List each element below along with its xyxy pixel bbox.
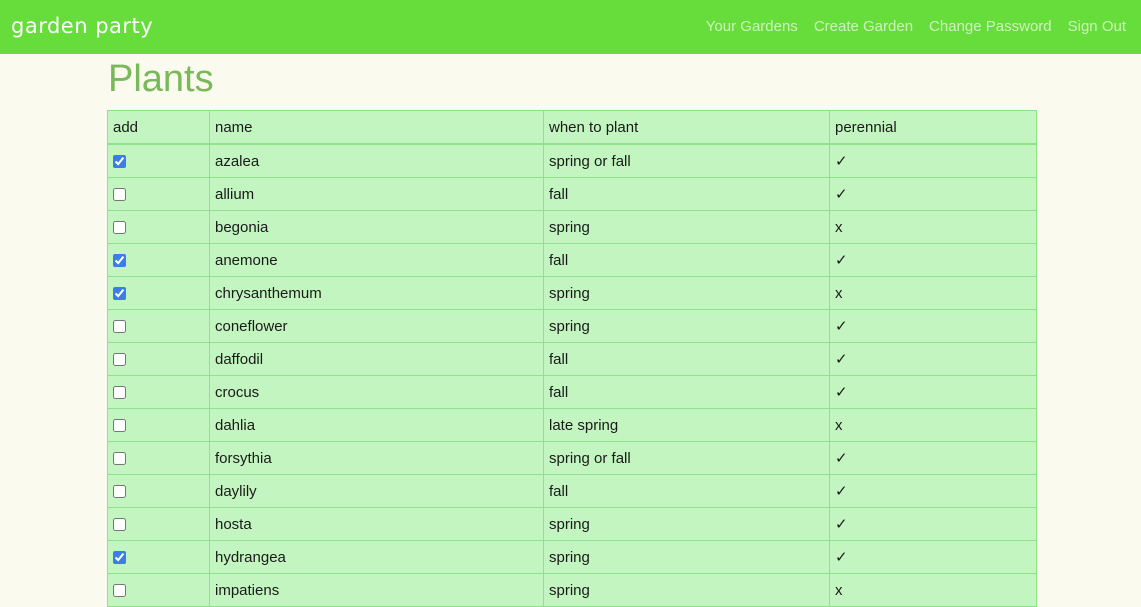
add-plant-checkbox[interactable] — [113, 254, 126, 268]
nav-links: Your Gardens Create Garden Change Passwo… — [706, 17, 1126, 37]
add-cell — [107, 342, 210, 376]
add-plant-checkbox[interactable] — [113, 419, 126, 433]
table-row: coneflower spring ✓ — [107, 309, 1037, 343]
perennial-indicator: x — [829, 276, 1037, 310]
column-header-when-to-plant: when to plant — [543, 110, 830, 145]
add-cell — [107, 441, 210, 475]
plant-name: dahlia — [209, 408, 544, 442]
when-to-plant: spring — [543, 276, 830, 310]
add-plant-checkbox[interactable] — [113, 353, 126, 367]
perennial-indicator: ✓ — [829, 342, 1037, 376]
add-cell — [107, 177, 210, 211]
add-plant-checkbox[interactable] — [113, 221, 126, 235]
brand-logo[interactable]: garden party — [11, 13, 153, 39]
table-row: allium fall ✓ — [107, 177, 1037, 211]
plant-name: crocus — [209, 375, 544, 409]
table-row: dahlia late spring x — [107, 408, 1037, 442]
plant-name: hydrangea — [209, 540, 544, 574]
add-plant-checkbox[interactable] — [113, 155, 126, 169]
add-plant-checkbox[interactable] — [113, 485, 126, 499]
perennial-indicator: ✓ — [829, 143, 1037, 178]
table-row: chrysanthemum spring x — [107, 276, 1037, 310]
when-to-plant: spring — [543, 309, 830, 343]
plant-name: allium — [209, 177, 544, 211]
column-header-add: add — [107, 110, 210, 145]
perennial-indicator: ✓ — [829, 540, 1037, 574]
table-row: daylily fall ✓ — [107, 474, 1037, 508]
perennial-indicator: ✓ — [829, 441, 1037, 475]
plant-name: coneflower — [209, 309, 544, 343]
add-plant-checkbox[interactable] — [113, 518, 126, 532]
table-row: crocus fall ✓ — [107, 375, 1037, 409]
add-plant-checkbox[interactable] — [113, 287, 126, 301]
plant-name: daylily — [209, 474, 544, 508]
add-cell — [107, 474, 210, 508]
when-to-plant: fall — [543, 243, 830, 277]
add-cell — [107, 540, 210, 574]
table-row: azalea spring or fall ✓ — [107, 143, 1037, 178]
add-cell — [107, 143, 210, 178]
table-body: azalea spring or fall ✓ allium fall ✓ begonia s… — [107, 143, 1037, 607]
add-plant-checkbox[interactable] — [113, 320, 126, 334]
plant-name: anemone — [209, 243, 544, 277]
table-row: anemone fall ✓ — [107, 243, 1037, 277]
add-plant-checkbox[interactable] — [113, 452, 126, 466]
table-row: impatiens spring x — [107, 573, 1037, 607]
top-navbar: garden party Your Gardens Create Garden … — [0, 0, 1141, 54]
add-cell — [107, 507, 210, 541]
perennial-indicator: ✓ — [829, 243, 1037, 277]
perennial-indicator: ✓ — [829, 375, 1037, 409]
perennial-indicator: ✓ — [829, 177, 1037, 211]
add-cell — [107, 408, 210, 442]
when-to-plant: fall — [543, 342, 830, 376]
nav-link-sign-out[interactable]: Sign Out — [1068, 17, 1126, 37]
add-plant-checkbox[interactable] — [113, 386, 126, 400]
add-cell — [107, 276, 210, 310]
plant-name: begonia — [209, 210, 544, 244]
plant-name: azalea — [209, 143, 544, 178]
nav-link-your-gardens[interactable]: Your Gardens — [706, 17, 798, 37]
add-cell — [107, 573, 210, 607]
when-to-plant: spring — [543, 540, 830, 574]
nav-link-create-garden[interactable]: Create Garden — [814, 17, 913, 37]
add-cell — [107, 375, 210, 409]
add-plant-checkbox[interactable] — [113, 188, 126, 202]
add-cell — [107, 243, 210, 277]
when-to-plant: spring — [543, 210, 830, 244]
table-header-row: add name when to plant perennial — [107, 110, 1037, 145]
when-to-plant: spring or fall — [543, 441, 830, 475]
plant-name: impatiens — [209, 573, 544, 607]
plant-name: forsythia — [209, 441, 544, 475]
when-to-plant: fall — [543, 177, 830, 211]
plant-name: hosta — [209, 507, 544, 541]
add-plant-checkbox[interactable] — [113, 551, 126, 565]
page-title: Plants — [108, 58, 214, 100]
perennial-indicator: x — [829, 210, 1037, 244]
when-to-plant: spring or fall — [543, 143, 830, 178]
plant-name: chrysanthemum — [209, 276, 544, 310]
perennial-indicator: ✓ — [829, 507, 1037, 541]
plant-name: daffodil — [209, 342, 544, 376]
table-row: daffodil fall ✓ — [107, 342, 1037, 376]
nav-link-change-password[interactable]: Change Password — [929, 17, 1052, 37]
perennial-indicator: x — [829, 408, 1037, 442]
when-to-plant: spring — [543, 507, 830, 541]
table-row: forsythia spring or fall ✓ — [107, 441, 1037, 475]
plants-table: add name when to plant perennial azalea s… — [107, 110, 1037, 607]
table-row: hosta spring ✓ — [107, 507, 1037, 541]
when-to-plant: fall — [543, 474, 830, 508]
table-row: hydrangea spring ✓ — [107, 540, 1037, 574]
table-row: begonia spring x — [107, 210, 1037, 244]
perennial-indicator: ✓ — [829, 474, 1037, 508]
add-cell — [107, 309, 210, 343]
when-to-plant: late spring — [543, 408, 830, 442]
when-to-plant: spring — [543, 573, 830, 607]
perennial-indicator: x — [829, 573, 1037, 607]
perennial-indicator: ✓ — [829, 309, 1037, 343]
column-header-name: name — [209, 110, 544, 145]
add-cell — [107, 210, 210, 244]
column-header-perennial: perennial — [829, 110, 1037, 145]
when-to-plant: fall — [543, 375, 830, 409]
